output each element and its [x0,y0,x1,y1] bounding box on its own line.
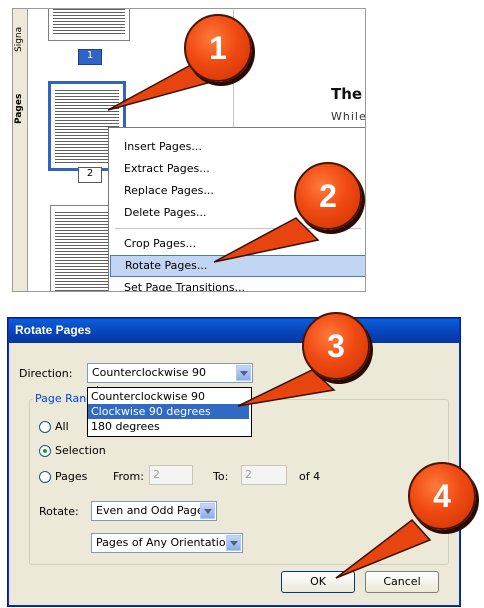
page-count-label: of 4 [299,470,321,483]
chevron-down-icon[interactable] [200,503,215,519]
radio-pages-label: Pages [55,470,88,483]
page-number-2: 2 [78,167,102,183]
from-label: From: [113,470,144,483]
direction-option-180[interactable]: 180 degrees [88,419,249,434]
dialog-title: Rotate Pages [15,323,92,337]
to-field[interactable]: 2 [241,465,287,485]
menu-item-insert-pages[interactable]: Insert Pages... [110,136,365,158]
menu-item-rotate-pages[interactable]: Rotate Pages... [110,255,365,277]
orientation-value: Pages of Any Orientation [96,536,233,549]
direction-label: Direction: [19,367,73,380]
rotate-pages-dropdown[interactable]: Even and Odd Pages [91,501,217,521]
rotate-value: Even and Odd Pages [96,504,210,517]
radio-selection[interactable] [39,445,51,457]
callout-1-icon: 1 [184,14,252,82]
menu-item-crop-pages[interactable]: Crop Pages... [110,233,365,255]
rotate-pages-dialog: Rotate Pages Direction: Counterclockwise… [8,318,460,606]
navigation-panel-tabs: Signa Pages [13,9,28,291]
chevron-down-icon[interactable] [236,365,251,381]
radio-all[interactable] [39,421,51,433]
radio-selection-label: Selection [55,444,106,457]
document-subtext: While [331,110,366,123]
tab-pages[interactable]: Pages [14,87,26,131]
direction-option-counterclockwise[interactable]: Counterclockwise 90 degrees [88,389,249,418]
dialog-title-bar[interactable]: Rotate Pages [9,319,459,343]
direction-dropdown-list: Counterclockwise 90 degrees Clockwise 90… [87,387,252,437]
page-number-1: 1 [78,49,102,65]
cancel-button[interactable]: Cancel [365,571,439,593]
from-field[interactable]: 2 [149,465,193,485]
callout-3-icon: 3 [302,312,370,380]
direction-option-clockwise[interactable]: Clockwise 90 degrees [88,404,249,419]
direction-dropdown[interactable]: Counterclockwise 90 degrees [87,363,253,397]
chevron-down-icon[interactable] [226,535,241,551]
callout-4-icon: 4 [408,462,476,530]
ok-button[interactable]: OK [281,571,355,593]
menu-item-set-page-transitions[interactable]: Set Page Transitions... [110,277,365,291]
to-label: To: [213,470,229,483]
document-heading: The [331,85,363,103]
radio-pages[interactable] [39,471,51,483]
page-thumbnail-1[interactable] [48,9,130,41]
radio-all-label: All [55,420,69,433]
rotate-label: Rotate: [39,505,79,518]
callout-2-icon: 2 [294,162,362,230]
orientation-dropdown[interactable]: Pages of Any Orientation [91,533,243,553]
tab-signatures[interactable]: Signa [14,19,26,59]
